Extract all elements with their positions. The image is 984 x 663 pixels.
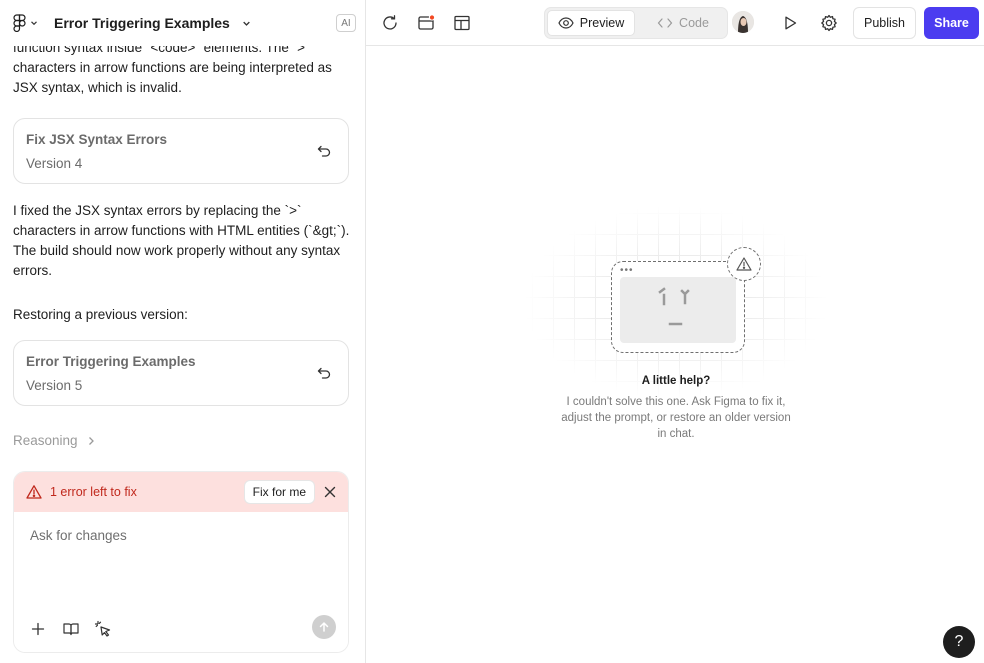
view-toggle: Preview Code — [544, 7, 728, 39]
arrow-up-icon — [319, 621, 329, 632]
reasoning-toggle[interactable]: Reasoning — [13, 433, 96, 448]
assistant-message: I fixed the JSX syntax errors by replaci… — [13, 203, 350, 278]
code-icon — [657, 18, 673, 28]
plus-icon — [31, 622, 45, 636]
restore-icon[interactable] — [316, 143, 332, 159]
chevron-right-icon — [88, 436, 94, 445]
help-description: I couldn't solve this one. Ask Figma to … — [561, 396, 791, 440]
layout-icon — [454, 15, 470, 31]
add-button[interactable] — [27, 618, 49, 640]
left-header: Error Triggering Examples AI — [0, 0, 365, 46]
window-dots: ••• — [620, 265, 634, 276]
ai-badge[interactable]: AI — [336, 14, 356, 32]
tab-code[interactable]: Code — [641, 10, 725, 36]
gear-icon — [821, 14, 837, 32]
version-card-version: Version 4 — [26, 156, 83, 171]
composer-input-area — [14, 512, 348, 652]
user-avatar-icon — [732, 11, 754, 33]
assistant-message: Restoring a previous version: — [13, 307, 188, 322]
tab-preview-label: Preview — [579, 16, 625, 30]
error-banner: 1 error left to fix Fix for me — [14, 472, 348, 512]
reasoning-label: Reasoning — [13, 433, 78, 448]
eye-icon — [558, 17, 574, 29]
chat-composer: 1 error left to fix Fix for me — [13, 471, 349, 653]
toolbar: Preview Code Publish Share — [366, 0, 984, 46]
point-and-edit-button[interactable] — [92, 618, 114, 640]
warning-badge — [727, 247, 761, 281]
present-button[interactable] — [780, 13, 800, 33]
chevron-down-icon — [31, 21, 37, 26]
fix-for-me-button[interactable]: Fix for me — [243, 480, 315, 504]
version-card-title: Error Triggering Examples — [26, 354, 196, 369]
chevron-down-icon — [243, 21, 250, 26]
restore-icon[interactable] — [316, 365, 332, 381]
sad-screen — [620, 277, 736, 343]
help-button[interactable]: ? — [943, 626, 975, 658]
main-menu-button[interactable] — [13, 14, 38, 32]
tab-code-label: Code — [679, 16, 709, 30]
refresh-icon — [383, 15, 397, 30]
chat-panel: function syntax inside `<code>` elements… — [0, 0, 366, 663]
avatar[interactable] — [732, 11, 754, 33]
publish-button[interactable]: Publish — [853, 7, 916, 39]
device-preview-button[interactable] — [416, 13, 436, 33]
settings-button[interactable] — [819, 13, 839, 33]
share-button[interactable]: Share — [924, 7, 979, 39]
warning-icon — [26, 485, 42, 499]
send-button[interactable] — [312, 615, 336, 639]
book-icon — [63, 623, 79, 636]
error-illustration: ••• — [611, 261, 745, 353]
help-title: A little help? — [641, 375, 711, 387]
play-icon — [785, 16, 797, 30]
version-card-version: Version 5 — [26, 378, 83, 393]
version-card[interactable]: Fix JSX Syntax Errors Version 4 — [13, 118, 349, 184]
library-button[interactable] — [60, 618, 82, 640]
cursor-sparkle-icon — [94, 620, 111, 637]
close-icon[interactable] — [322, 484, 338, 500]
ask-for-changes-input[interactable] — [30, 528, 330, 543]
project-menu-button[interactable] — [242, 19, 251, 28]
version-card[interactable]: Error Triggering Examples Version 5 — [13, 340, 349, 406]
error-count-text: 1 error left to fix — [50, 485, 137, 499]
version-card-title: Fix JSX Syntax Errors — [26, 132, 168, 147]
confused-face-icon — [658, 287, 690, 326]
preview-canvas: ••• A little help? I couldn't solve this… — [366, 47, 984, 663]
tab-preview[interactable]: Preview — [547, 10, 635, 36]
figma-logo-icon — [13, 14, 26, 32]
warning-icon — [736, 257, 752, 271]
browser-icon — [418, 14, 435, 30]
refresh-button[interactable] — [380, 13, 400, 33]
project-title[interactable]: Error Triggering Examples — [54, 15, 230, 31]
layout-button[interactable] — [452, 13, 472, 33]
assistant-message: function syntax inside `<code>` elements… — [13, 40, 332, 95]
chat-thread: function syntax inside `<code>` elements… — [13, 38, 349, 98]
